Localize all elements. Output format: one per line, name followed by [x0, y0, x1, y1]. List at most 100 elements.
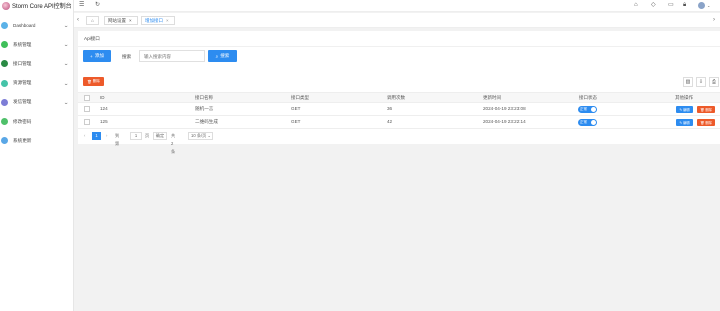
sidebar-item-update[interactable]: 系统更新: [0, 131, 73, 150]
confirm-page-button[interactable]: 确定: [153, 132, 167, 140]
send-icon: [1, 98, 8, 106]
sidebar-item-password[interactable]: 修改密码: [0, 112, 73, 131]
close-icon[interactable]: ×: [166, 18, 169, 23]
sidebar-item-resource[interactable]: 资源管理 ⌄: [0, 74, 73, 93]
cell-updated: 2024-04-19 23:23:08: [483, 106, 526, 111]
chevron-down-icon[interactable]: ⌄: [707, 2, 710, 9]
system-icon: [1, 41, 8, 49]
delete-label: 删除: [705, 108, 712, 112]
search-button-label: 搜索: [220, 53, 230, 58]
header-updated: 更新时间: [483, 95, 501, 100]
delete-label: 删除: [705, 121, 712, 125]
home-icon: ⌂: [91, 18, 94, 23]
header-type: 接口类型: [291, 95, 309, 100]
columns-icon[interactable]: ▥: [683, 77, 693, 87]
avatar[interactable]: [698, 2, 705, 9]
sidebar-item-label: 发信管理: [13, 99, 32, 105]
sidebar-item-label: 修改密码: [13, 118, 32, 124]
sidebar-item-send[interactable]: 发信管理 ⌄: [0, 93, 73, 112]
sidebar: Storm Core API控制台 Dashboard ⌄ 系统管理 ⌄ 接口管…: [0, 0, 74, 311]
sidebar-item-label: 系统更新: [13, 137, 32, 143]
chevron-down-icon: ⌄: [207, 133, 212, 138]
page-1-button[interactable]: 1: [92, 132, 101, 140]
header-name: 接口名称: [195, 95, 213, 100]
edit-button[interactable]: ✎ 编辑: [676, 106, 693, 113]
edit-label: 编辑: [683, 108, 690, 112]
add-button[interactable]: + 添加: [83, 50, 111, 62]
sidebar-item-label: Dashboard: [13, 23, 36, 29]
logo-icon: [2, 1, 10, 10]
tab-label: 增加接口: [145, 17, 163, 23]
plus-icon: +: [90, 53, 93, 59]
search-button[interactable]: ⌕ 搜索: [208, 50, 237, 62]
search-input[interactable]: [139, 50, 205, 62]
cell-type: GET: [291, 119, 301, 124]
delete-button[interactable]: 🗑︎ 删除: [697, 106, 715, 113]
chevron-down-icon: ⌄: [63, 42, 69, 49]
home-tab[interactable]: ⌂: [86, 16, 99, 25]
dashboard-icon: [1, 22, 8, 30]
sidebar-item-api[interactable]: 接口管理 ⌄: [0, 54, 73, 73]
table-row: 124 随机一言 GET 36 2024-04-19 23:23:08 正常 ✎…: [78, 103, 720, 116]
sidebar-item-system[interactable]: 系统管理 ⌄: [0, 35, 73, 54]
print-icon[interactable]: ⎙: [709, 77, 719, 87]
cell-id: 124: [100, 106, 108, 111]
row-checkbox[interactable]: [84, 106, 90, 112]
prev-page-button[interactable]: ‹: [84, 132, 85, 140]
cell-calls: 42: [387, 119, 393, 124]
export-icon[interactable]: ⇩: [696, 77, 706, 87]
tab-website-settings[interactable]: 网站设置 ×: [104, 16, 138, 25]
edit-button[interactable]: ✎ 编辑: [676, 119, 693, 126]
search-label: 搜索: [122, 54, 132, 59]
close-icon[interactable]: ×: [129, 18, 132, 23]
notes-icon[interactable]: ▭: [668, 2, 674, 9]
add-button-label: 添加: [94, 53, 104, 58]
api-card: Api接口 + 添加 搜索 ⌕ 搜索 🗑︎ 删除 ▥ ⇩ ⎙ ID 接口名称 接…: [78, 31, 720, 154]
cell-calls: 36: [387, 106, 393, 111]
menu-toggle-icon[interactable]: ☰: [79, 2, 84, 9]
sidebar-item-label: 接口管理: [13, 60, 32, 66]
edit-icon: ✎: [679, 107, 683, 112]
tabs-bar: ‹ ⌂ 网站设置 × 增加接口 × ›: [74, 13, 720, 28]
header-status: 接口状态: [579, 95, 597, 100]
divider: [78, 46, 720, 47]
header-id: ID: [100, 95, 105, 100]
batch-delete-button[interactable]: 🗑︎ 删除: [83, 77, 104, 86]
tag-icon[interactable]: ◇: [651, 2, 656, 9]
chevron-left-icon[interactable]: ‹: [77, 17, 79, 23]
goto-page-input[interactable]: 1: [130, 132, 142, 140]
app-title: Storm Core API控制台: [12, 4, 72, 10]
delete-button[interactable]: 🗑︎ 删除: [697, 119, 715, 126]
cell-id: 125: [100, 119, 108, 124]
toggle-knob: [591, 107, 596, 112]
select-all-checkbox[interactable]: [84, 95, 90, 101]
brand: Storm Core API控制台: [0, 0, 73, 11]
per-page-select[interactable]: 10 条/页 ⌄: [188, 132, 213, 140]
lock-icon[interactable]: 🔒︎: [683, 2, 686, 9]
page-unit-label: 页: [145, 133, 150, 138]
row-checkbox[interactable]: [84, 119, 90, 125]
trash-icon: 🗑︎: [87, 79, 92, 84]
password-icon: [1, 118, 8, 126]
status-toggle[interactable]: 正常: [578, 119, 597, 126]
refresh-icon[interactable]: ↻: [95, 2, 100, 9]
cell-updated: 2024-04-19 23:22:14: [483, 119, 526, 124]
edit-icon: ✎: [679, 120, 683, 125]
resource-icon: [1, 79, 8, 87]
toggle-knob: [591, 120, 596, 125]
cell-name: 随机一言: [195, 106, 214, 111]
chevron-right-icon[interactable]: ›: [713, 17, 715, 23]
theme-icon[interactable]: ⌂: [634, 2, 638, 9]
top-bar: ☰ ↻ ⌂ ◇ ▭ 🔒︎ ⌄: [74, 0, 720, 12]
cell-name: 二维码生成: [195, 119, 218, 124]
tab-add-api[interactable]: 增加接口 ×: [141, 16, 175, 25]
sidebar-item-label: 资源管理: [13, 80, 32, 86]
card-title: Api接口: [84, 36, 100, 41]
status-toggle[interactable]: 正常: [578, 106, 597, 113]
sidebar-item-dashboard[interactable]: Dashboard ⌄: [0, 16, 73, 35]
sidebar-menu: Dashboard ⌄ 系统管理 ⌄ 接口管理 ⌄ 资源管理 ⌄ 发信管理 ⌄ …: [0, 16, 73, 150]
next-page-button[interactable]: ›: [106, 132, 107, 140]
api-icon: [1, 60, 8, 68]
chevron-down-icon: ⌄: [63, 23, 69, 29]
header-calls: 调用次数: [387, 95, 405, 100]
